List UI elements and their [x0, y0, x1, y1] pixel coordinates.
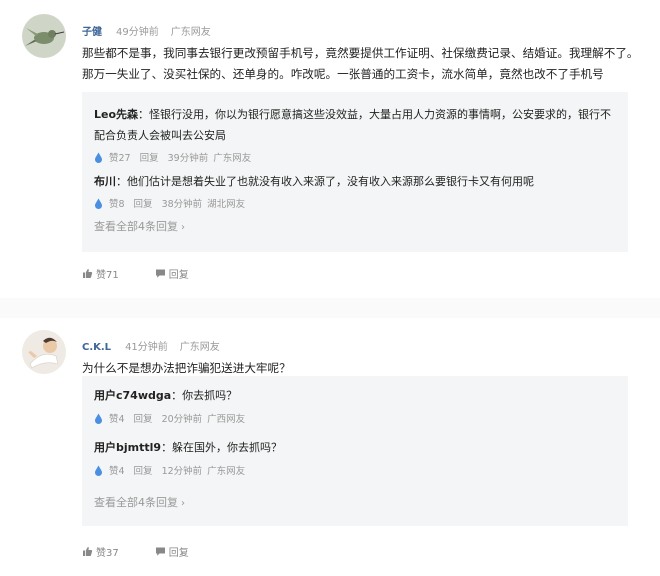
reply-time: 39分钟前: [167, 153, 209, 164]
reply-likes[interactable]: 赞8: [109, 196, 125, 210]
water-drop-icon[interactable]: [94, 465, 103, 476]
reply-location: 湖北网友: [207, 199, 246, 210]
avatar[interactable]: [22, 14, 66, 58]
reply-username[interactable]: Leo先森: [94, 108, 138, 121]
reply-box: 用户c74wdga：你去抓吗？ 赞4 回复 20分钟前 广西网友 用户bjmttl9：…: [82, 376, 628, 526]
reply-box: Leo先森：怪银行没用，你以为银行愿意搞这些没效益，大量占用人力资源的事情啊，公…: [82, 92, 628, 252]
reply-time: 20分钟前: [161, 414, 203, 425]
reply-meta: 赞27 回复 39分钟前 广东网友: [94, 148, 618, 166]
reply-item: 用户bjmttl9：躲在国外，你去抓吗？ 赞4 回复 12分钟前 广东网友: [94, 437, 618, 479]
comment-item: 子健 49分钟前 广东网友 那些都不是事，我同事去银行更改预留手机号，竟然要提供工作…: [0, 0, 660, 298]
thumbs-up-icon: [83, 269, 93, 278]
avatar[interactable]: [22, 330, 66, 374]
comment-text: 那些都不是事，我同事去银行更改预留手机号，竟然要提供工作证明、社保缴费记录、结婚…: [82, 46, 639, 81]
speech-bubble-icon: [155, 269, 165, 278]
reply-button[interactable]: 回复: [134, 411, 153, 425]
reply-item: Leo先森：怪银行没用，你以为银行愿意搞这些没效益，大量占用人力资源的事情啊，公…: [94, 104, 618, 166]
reply-text: ：他们估计是想着失业了也就没有收入来源了，没有收入来源那么要银行卡又有何用呢: [116, 175, 534, 188]
comment-actions: 赞37 回复: [82, 544, 189, 559]
reply-text: ：你去抓吗？: [171, 389, 238, 402]
like-button[interactable]: 赞37: [82, 544, 119, 559]
view-all-replies-link[interactable]: 查看全部4条回复 ›: [94, 218, 185, 234]
reply-button[interactable]: 回复: [134, 196, 153, 210]
comment-item: C.K.L 41分钟前 广东网友 为什么不是想办法把诈骗犯送进大牢呢？ 用户c74w…: [0, 318, 660, 576]
reply-meta: 赞4 回复 12分钟前 广东网友: [94, 461, 618, 479]
username[interactable]: C.K.L: [82, 342, 111, 353]
comment-meta: 子健 49分钟前 广东网友: [82, 23, 211, 38]
comment-time: 49分钟前: [116, 27, 159, 38]
reply-meta: 赞8 回复 38分钟前 湖北网友: [94, 194, 618, 212]
reply-username[interactable]: 布川: [94, 175, 116, 188]
comment-time: 41分钟前: [125, 342, 168, 353]
chevron-right-icon: ›: [181, 222, 185, 233]
comment-location: 广东网友: [179, 342, 220, 353]
chevron-right-icon: ›: [181, 498, 185, 509]
reply-username[interactable]: 用户c74wdga: [94, 389, 171, 402]
person-avatar-icon: [22, 330, 66, 374]
comment-divider: [0, 298, 660, 318]
water-drop-icon[interactable]: [94, 413, 103, 424]
view-all-replies-link[interactable]: 查看全部4条回复 ›: [94, 494, 185, 510]
reply-item: 用户c74wdga：你去抓吗？ 赞4 回复 20分钟前 广西网友: [94, 385, 618, 427]
reply-location: 广东网友: [207, 466, 246, 477]
reply-location: 广西网友: [207, 414, 246, 425]
reply-meta: 赞4 回复 20分钟前 广西网友: [94, 409, 618, 427]
water-drop-icon[interactable]: [94, 152, 103, 163]
reply-time: 12分钟前: [161, 466, 203, 477]
reply-location: 广东网友: [213, 153, 252, 164]
like-button[interactable]: 赞71: [82, 266, 119, 281]
reply-text: ：怪银行没用，你以为银行愿意搞这些没效益，大量占用人力资源的事情啊，公安要求的，…: [94, 108, 612, 142]
reply-item: 布川：他们估计是想着失业了也就没有收入来源了，没有收入来源那么要银行卡又有何用呢…: [94, 171, 618, 212]
reply-time: 38分钟前: [161, 199, 203, 210]
reply-username[interactable]: 用户bjmttl9: [94, 441, 161, 454]
reply-likes[interactable]: 赞4: [109, 463, 125, 477]
reply-button[interactable]: 回复: [140, 150, 159, 164]
reply-button[interactable]: 回复: [134, 463, 153, 477]
reply-comment-button[interactable]: 回复: [155, 544, 189, 559]
thumbs-up-icon: [83, 547, 93, 556]
water-drop-icon[interactable]: [94, 198, 103, 209]
reply-likes[interactable]: 赞4: [109, 411, 125, 425]
reply-text: ：躲在国外，你去抓吗？: [161, 441, 283, 454]
comment-meta: C.K.L 41分钟前 广东网友: [82, 338, 220, 353]
comment-actions: 赞71 回复: [82, 266, 189, 281]
hummingbird-avatar-icon: [22, 14, 66, 58]
speech-bubble-icon: [155, 547, 165, 556]
username[interactable]: 子健: [82, 27, 102, 38]
comment-location: 广东网友: [170, 27, 211, 38]
reply-comment-button[interactable]: 回复: [155, 266, 189, 281]
reply-likes[interactable]: 赞27: [109, 150, 131, 164]
